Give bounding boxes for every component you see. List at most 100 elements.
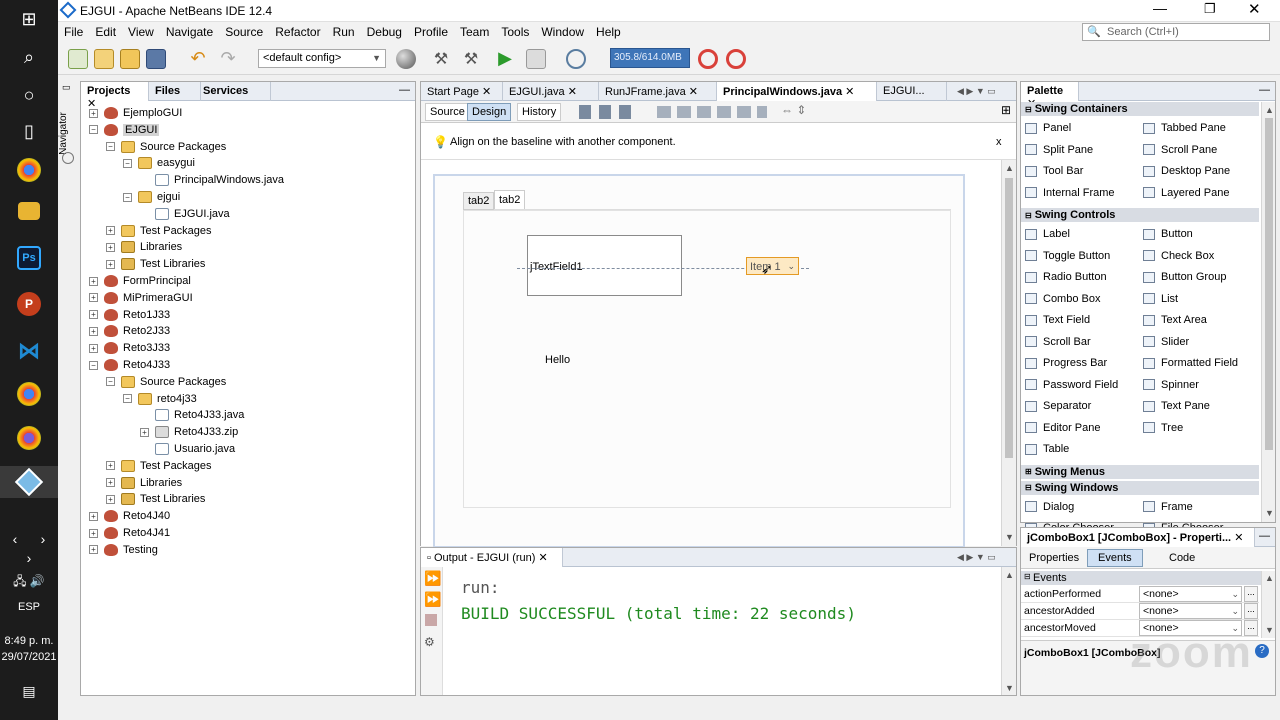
minimize-icon[interactable]: —	[1153, 0, 1167, 16]
tree-item[interactable]: + Reto4J41	[89, 525, 170, 541]
minimize-palette-icon[interactable]: —	[1259, 84, 1270, 96]
close-icon[interactable]: ✕	[1248, 0, 1261, 18]
event-edit-button[interactable]: ...	[1244, 586, 1258, 602]
tree-item[interactable]: + Reto4J33.zip	[140, 424, 238, 440]
event-handler-select[interactable]: <none> ⌄	[1139, 586, 1242, 602]
menu-profile[interactable]: Profile	[408, 22, 454, 42]
palette-item[interactable]: Button Group	[1143, 271, 1226, 283]
windows-start-icon[interactable]: ⊞	[14, 4, 44, 34]
resize-tools-icon[interactable]: ⇔ ⇕	[781, 103, 806, 117]
tree-item[interactable]: + Libraries	[106, 239, 182, 255]
code-tab[interactable]: Code	[1165, 550, 1199, 566]
event-row[interactable]: ancestorAdded <none> ⌄...	[1021, 603, 1259, 620]
tree-item[interactable]: + Test Libraries	[106, 256, 205, 272]
tab-ejgui-java[interactable]: EJGUI.java ✕	[503, 82, 599, 101]
expand-icon[interactable]: +	[89, 108, 98, 118]
tree-item[interactable]: + FormPrincipal	[89, 273, 191, 289]
powerpoint-icon[interactable]: P	[17, 292, 41, 316]
palette-item[interactable]: Layered Pane	[1143, 187, 1230, 199]
task-view-icon[interactable]: ▯	[14, 116, 44, 146]
tree-item[interactable]: Reto4J33.java	[155, 407, 244, 423]
tree-item[interactable]: − EJGUI	[89, 122, 160, 138]
show-hidden-icons-icon[interactable]: ›	[0, 550, 58, 566]
tree-item[interactable]: + Libraries	[106, 475, 182, 491]
debug-icon[interactable]	[526, 49, 546, 69]
open-project-icon[interactable]	[120, 49, 140, 69]
grid-icon[interactable]: ⊞	[1001, 103, 1011, 117]
expand-icon[interactable]: +	[89, 293, 98, 303]
chrome-profile-m-icon[interactable]	[17, 426, 41, 450]
photoshop-icon[interactable]: Ps	[17, 246, 41, 270]
notification-icon[interactable]: ▤	[0, 683, 58, 700]
expand-icon[interactable]: +	[89, 545, 98, 555]
tab-files[interactable]: Files	[149, 82, 201, 101]
form-tab-2[interactable]: tab2	[494, 190, 526, 209]
selection-tools-icon[interactable]	[579, 105, 639, 119]
event-handler-select[interactable]: <none> ⌄	[1139, 603, 1242, 619]
tree-item[interactable]: − Source Packages	[106, 139, 226, 155]
chrome-profile-icon[interactable]	[17, 382, 41, 406]
palette-item[interactable]: Label	[1025, 228, 1070, 240]
palette-item[interactable]: Internal Frame	[1025, 187, 1115, 199]
palette-item[interactable]: Slider	[1143, 336, 1189, 348]
tree-item[interactable]: + Reto4J40	[89, 508, 170, 524]
palette-item[interactable]: Formatted Field	[1143, 357, 1238, 369]
redo-icon[interactable]: ↷	[218, 49, 238, 69]
save-all-icon[interactable]	[146, 49, 166, 69]
tree-item[interactable]: − Reto4J33	[89, 357, 170, 373]
tree-item[interactable]: + Reto1J33	[89, 307, 170, 323]
tree-item[interactable]: − ejgui	[123, 189, 180, 205]
tab-principalwindows-java[interactable]: PrincipalWindows.java ✕	[717, 82, 877, 101]
clean-build-icon[interactable]: ⚒	[461, 49, 481, 69]
minimize-properties-icon[interactable]: —	[1259, 530, 1270, 542]
cortana-icon[interactable]: ○	[14, 80, 44, 110]
tree-item[interactable]: + EjemploGUI	[89, 105, 182, 121]
expand-icon[interactable]: +	[106, 478, 115, 488]
tree-item[interactable]: + Test Libraries	[106, 491, 205, 507]
palette-item[interactable]: Combo Box	[1025, 293, 1100, 305]
output-tab-controls-icon[interactable]: ◀ ▶ ▼ ▭	[957, 552, 996, 563]
collapse-icon[interactable]: −	[89, 360, 98, 370]
palette-scroll-thumb[interactable]	[1265, 118, 1273, 450]
align-tools-icon[interactable]	[657, 106, 767, 118]
palette-category[interactable]: ⊞ Swing Menus	[1021, 464, 1259, 479]
form-tab-1[interactable]: tab2	[463, 192, 495, 210]
expand-icon[interactable]: +	[89, 343, 98, 353]
run-icon[interactable]: ▶	[495, 49, 515, 69]
network-volume-icon[interactable]: 🖧 🔊	[0, 572, 58, 593]
tree-item[interactable]: Usuario.java	[155, 441, 235, 457]
palette-item[interactable]: Progress Bar	[1025, 357, 1107, 369]
event-edit-button[interactable]: ...	[1244, 603, 1258, 619]
expand-icon[interactable]: +	[106, 259, 115, 269]
memory-indicator[interactable]: 305.8/614.0MB	[610, 48, 690, 68]
vscode-icon[interactable]: ⋈	[14, 336, 44, 366]
tree-item[interactable]: + Reto3J33	[89, 340, 170, 356]
palette-item[interactable]: Text Pane	[1143, 400, 1210, 412]
palette-item[interactable]: Scroll Bar	[1025, 336, 1091, 348]
expand-icon[interactable]: +	[106, 226, 115, 236]
tree-item[interactable]: + Test Packages	[106, 223, 212, 239]
editor-vertical-scrollbar[interactable]: ▲ ▼	[1001, 160, 1016, 546]
hello-label[interactable]: Hello	[545, 354, 570, 366]
event-row[interactable]: actionPerformed <none> ⌄...	[1021, 586, 1259, 603]
collapse-icon[interactable]: −	[106, 142, 115, 152]
expand-icon[interactable]: +	[106, 461, 115, 471]
output-scrollbar[interactable]: ▲ ▼	[1001, 567, 1016, 695]
collapse-icon[interactable]: −	[123, 192, 132, 202]
expand-icon[interactable]: +	[106, 494, 115, 504]
globe-icon[interactable]	[396, 49, 416, 69]
collapse-icon[interactable]: −	[123, 158, 132, 168]
tree-item[interactable]: EJGUI.java	[155, 206, 230, 222]
source-button[interactable]: Source	[425, 103, 470, 121]
expand-icon[interactable]: +	[89, 326, 98, 336]
menu-edit[interactable]: Edit	[89, 22, 122, 42]
palette-item[interactable]: Text Area	[1143, 314, 1207, 326]
palette-item[interactable]: Tool Bar	[1025, 165, 1083, 177]
tab-ejgui-more[interactable]: EJGUI...	[877, 82, 947, 101]
tab-palette[interactable]: Palette ✕	[1021, 82, 1079, 110]
menu-view[interactable]: View	[122, 22, 160, 42]
design-button[interactable]: Design	[467, 103, 512, 121]
tree-item[interactable]: PrincipalWindows.java	[155, 172, 284, 188]
menu-source[interactable]: Source	[219, 22, 269, 42]
tab-runjframe-java[interactable]: RunJFrame.java ✕	[599, 82, 717, 101]
